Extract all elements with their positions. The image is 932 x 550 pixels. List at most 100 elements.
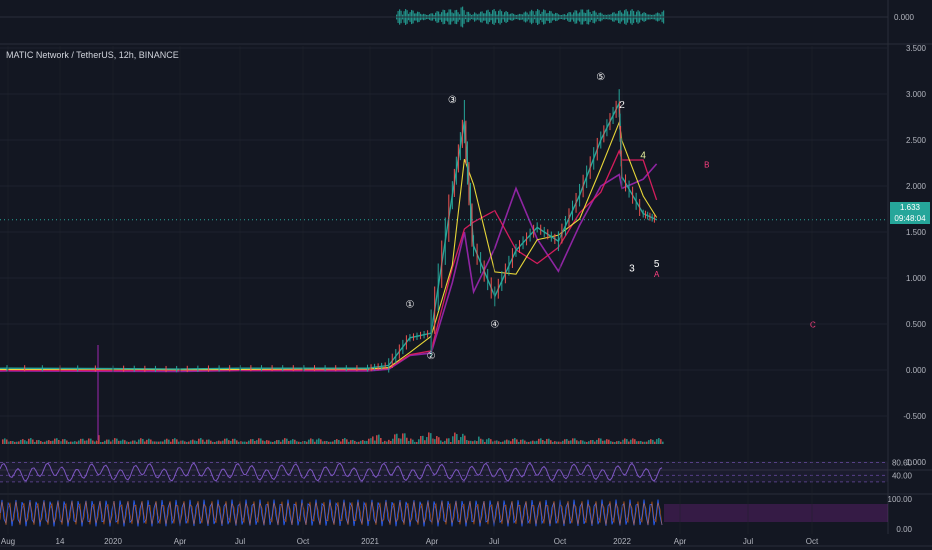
volume-bar	[290, 440, 292, 444]
volume-bar	[646, 441, 648, 444]
volume-bar	[158, 441, 160, 444]
volume-bar	[206, 439, 208, 444]
volume-bar	[530, 441, 532, 444]
volume-bar	[444, 440, 446, 444]
volume-bar	[286, 438, 288, 444]
volume-bar	[582, 440, 584, 444]
volume-bar	[410, 438, 412, 444]
chart-root[interactable]: 3.500 3.000 2.500 2.000 1.500 1.000 0.500 0.000…	[0, 0, 932, 550]
volume-bar	[242, 441, 244, 444]
volume-bar	[308, 439, 310, 444]
volume-bar	[364, 440, 366, 444]
volume-bar	[366, 440, 368, 444]
volume-bar	[392, 438, 394, 444]
volume-bar	[78, 440, 80, 444]
volume-bar	[368, 438, 370, 444]
volume-bar	[28, 438, 30, 444]
volume-bar	[540, 438, 542, 444]
y-tick-label: 3.000	[906, 90, 927, 99]
volume-bar	[4, 438, 6, 444]
volume-bar	[618, 440, 620, 444]
volume-bar	[178, 441, 180, 444]
elliott-wave-label: 4	[640, 150, 646, 161]
x-tick-label: 2021	[361, 537, 379, 546]
rsi-tick-label: 40.00	[892, 471, 913, 480]
volume-bar	[252, 439, 254, 444]
volume-bar	[272, 441, 274, 444]
volume-bar	[314, 441, 316, 444]
volume-bar	[606, 439, 608, 444]
volume-bar	[316, 439, 318, 444]
x-tick-label: 2020	[104, 537, 122, 546]
volume-bar	[556, 441, 558, 444]
volume-bar	[572, 438, 574, 444]
volume-bar	[558, 441, 560, 444]
volume-bar	[296, 441, 298, 444]
x-tick-label: Jul	[743, 537, 753, 546]
rsi-band	[0, 462, 888, 482]
volume-bar	[310, 438, 312, 444]
volume-bar	[102, 441, 104, 444]
volume-bar	[342, 438, 344, 444]
chart-canvas[interactable]: 3.5003.0002.5002.0001.5001.0000.5000.000…	[0, 0, 932, 550]
volume-bar	[184, 441, 186, 444]
volume-bar	[260, 438, 262, 444]
volume-bar	[74, 441, 76, 444]
x-tick-label: Oct	[806, 537, 819, 546]
volume-bar	[562, 440, 564, 444]
volume-bar	[82, 438, 84, 444]
volume-bar	[94, 441, 96, 444]
volume-bar	[482, 439, 484, 444]
volume-bar	[484, 441, 486, 444]
volume-bar	[52, 440, 54, 444]
volume-bar	[634, 439, 636, 444]
elliott-wave-label: 3	[629, 264, 635, 275]
volume-bar	[226, 438, 228, 444]
volume-bar	[172, 439, 174, 444]
volume-bar	[564, 439, 566, 444]
volume-bar	[322, 441, 324, 444]
volume-bar	[384, 440, 386, 444]
volume-bar	[538, 438, 540, 444]
volume-bar	[132, 440, 134, 444]
elliott-wave-label: ④	[490, 320, 499, 331]
volume-bar	[586, 441, 588, 444]
abc-wave-label: A	[654, 270, 660, 279]
x-tick-label: Apr	[174, 537, 187, 546]
volume-bar	[84, 440, 86, 444]
volume-bar	[134, 440, 136, 444]
volume-bar	[58, 439, 60, 444]
x-tick-label: Oct	[297, 537, 310, 546]
volume-bar	[56, 438, 58, 444]
volume-bar	[542, 440, 544, 444]
volume-bar	[124, 440, 126, 444]
volume-bar	[80, 438, 82, 444]
volume-bar	[244, 441, 246, 444]
y-tick-label: 2.000	[906, 182, 927, 191]
volume-bar	[298, 441, 300, 444]
volume-bar	[338, 440, 340, 444]
volume-bar	[190, 440, 192, 444]
volume-bar	[76, 441, 78, 444]
volume-bar	[86, 440, 88, 444]
volume-bar	[472, 441, 474, 444]
volume-bar	[152, 441, 154, 444]
volume-bar	[512, 438, 514, 444]
elliott-wave-label: ①	[405, 299, 414, 310]
volume-bar	[652, 439, 654, 444]
stoch-tick-label: 0.00	[896, 525, 912, 534]
volume-bar	[292, 439, 294, 444]
volume-bar	[638, 441, 640, 444]
volume-bar	[438, 437, 440, 444]
volume-bar	[428, 432, 430, 444]
y-tick-label: 2.500	[906, 136, 927, 145]
volume-bar	[630, 439, 632, 444]
volume-bar	[508, 440, 510, 444]
volume-bar	[590, 440, 592, 444]
volume-bar	[324, 441, 326, 444]
volume-bar	[506, 439, 508, 444]
volume-bar	[348, 441, 350, 444]
volume-bar	[276, 440, 278, 444]
volume-bar	[70, 441, 72, 444]
volume-bar	[100, 441, 102, 444]
